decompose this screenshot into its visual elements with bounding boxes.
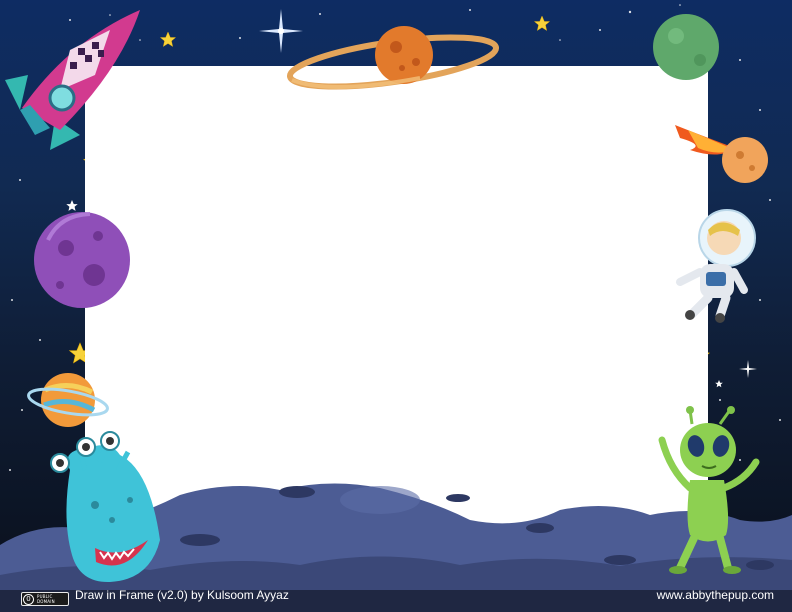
website-link[interactable]: www.abbythepup.com <box>657 588 774 602</box>
rocket-icon <box>5 10 140 150</box>
footer-bar: 0 PUBLIC DOMAIN Draw in Frame (v2.0) by … <box>0 588 792 612</box>
decorations-layer <box>0 10 792 612</box>
ringed-planet-icon <box>286 26 500 90</box>
public-domain-icon: 0 <box>23 593 34 605</box>
astronaut-icon <box>676 209 756 323</box>
badge-bottom-text: DOMAIN <box>37 599 55 604</box>
public-domain-label: PUBLIC DOMAIN <box>37 594 55 604</box>
purple-planet-icon <box>34 212 130 308</box>
comet-icon <box>675 125 768 183</box>
credit-text: Draw in Frame (v2.0) by Kulsoom Ayyaz <box>75 588 289 602</box>
public-domain-badge[interactable]: 0 PUBLIC DOMAIN <box>21 592 69 606</box>
orange-planet-icon <box>27 373 109 427</box>
green-planet-icon <box>653 14 719 80</box>
